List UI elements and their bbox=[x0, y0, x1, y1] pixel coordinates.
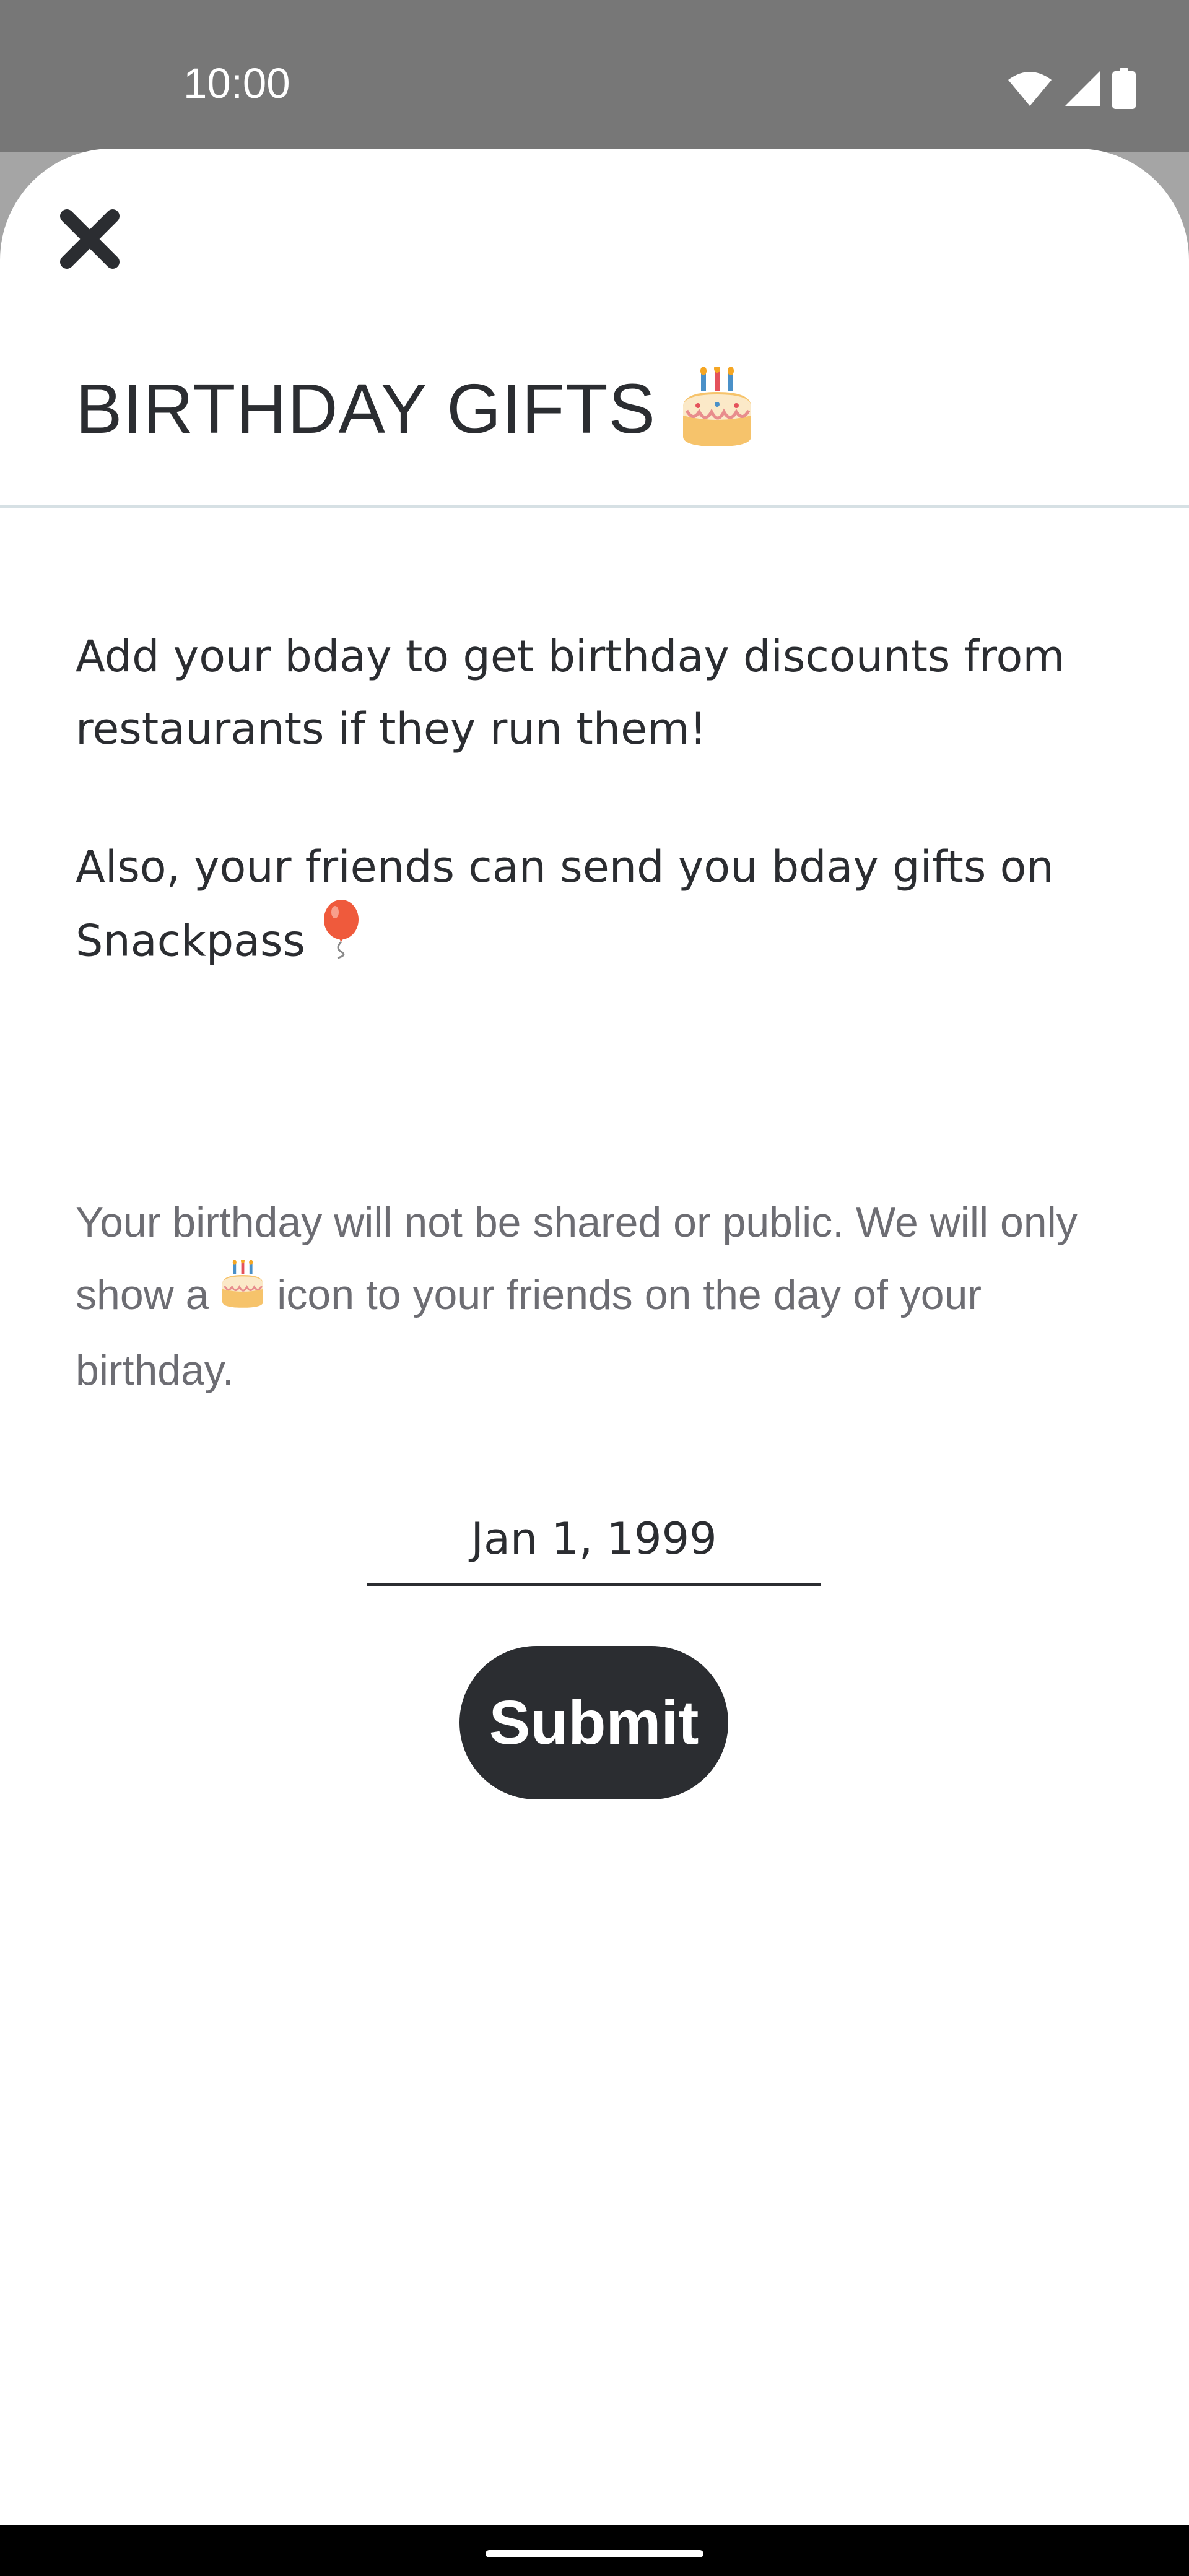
privacy-note-text-2: icon to your friends on the day of your … bbox=[76, 1271, 982, 1394]
balloon-icon bbox=[319, 900, 364, 981]
divider bbox=[0, 505, 1189, 508]
home-indicator[interactable] bbox=[486, 2550, 703, 2557]
gifts-description-text: Also, your friends can send you bday gif… bbox=[76, 842, 1054, 967]
title-row: BIRTHDAY GIFTS bbox=[76, 364, 754, 450]
submit-button[interactable]: Submit bbox=[459, 1646, 728, 1799]
gifts-description: Also, your friends can send you bday gif… bbox=[76, 831, 1128, 985]
wifi-icon bbox=[1007, 70, 1053, 110]
birthday-date-input[interactable]: Jan 1, 1999 bbox=[367, 1499, 821, 1586]
birthday-sheet: BIRTHDAY GIFTS Add your bday to get birt… bbox=[0, 149, 1189, 2525]
birthday-cake-icon bbox=[681, 364, 754, 450]
status-icons bbox=[1007, 68, 1136, 111]
cell-signal-icon bbox=[1064, 70, 1101, 110]
status-bar: 10:00 bbox=[0, 0, 1189, 152]
close-icon bbox=[58, 207, 121, 273]
battery-icon bbox=[1112, 68, 1136, 111]
privacy-note: Your birthday will not be shared or publ… bbox=[76, 1186, 1128, 1407]
discount-description: Add your bday to get birthday discounts … bbox=[76, 631, 1065, 754]
birthday-cake-icon bbox=[220, 1258, 265, 1331]
system-nav-bar bbox=[0, 2525, 1189, 2576]
close-button[interactable] bbox=[56, 206, 124, 274]
status-time: 10:00 bbox=[183, 59, 290, 107]
page-title: BIRTHDAY GIFTS bbox=[76, 369, 656, 448]
